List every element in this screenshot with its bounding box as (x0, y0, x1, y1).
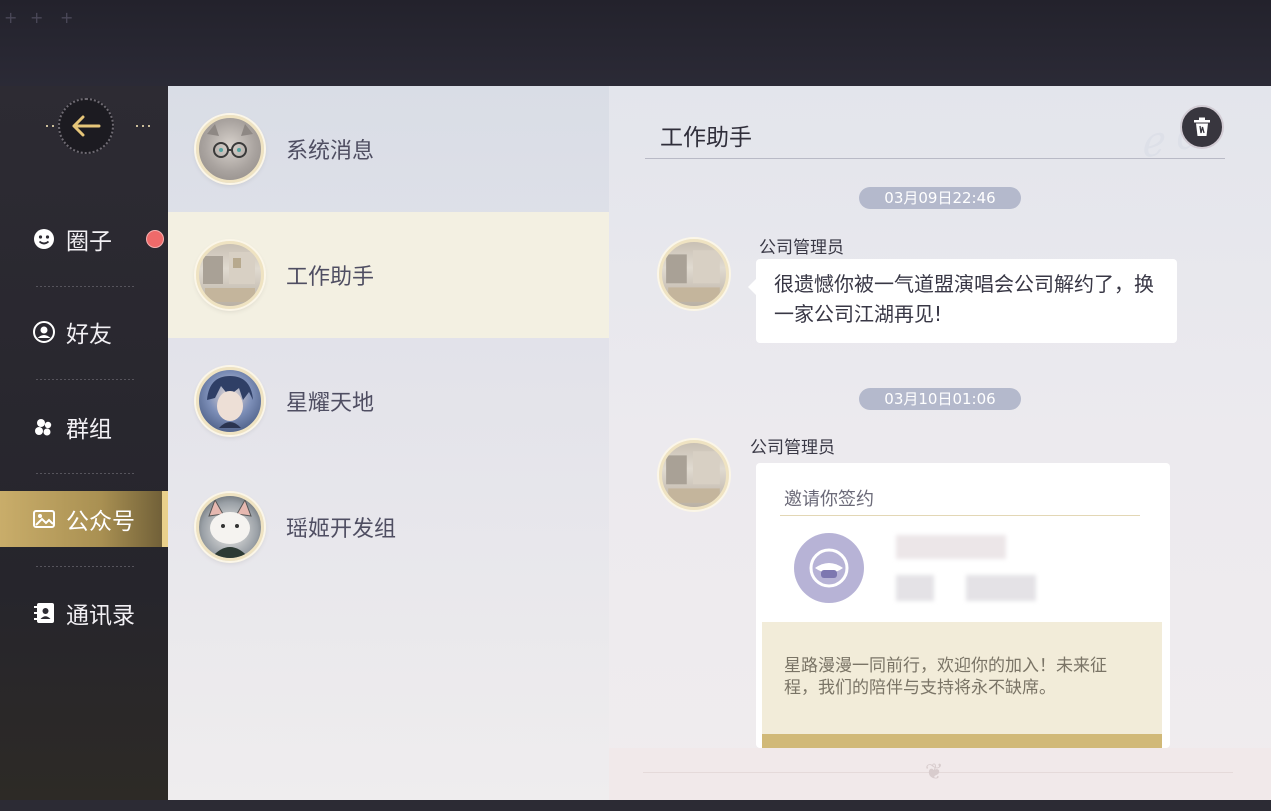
sidebar-item-label: 好友 (66, 322, 112, 348)
list-item[interactable]: 瑶姬开发组 (168, 464, 609, 590)
list-item[interactable]: 系统消息 (168, 86, 609, 212)
back-control (44, 96, 154, 156)
divider (780, 515, 1140, 516)
sidebar-item-label: 圈子 (66, 229, 112, 255)
avatar[interactable] (659, 239, 729, 309)
plus-decor-icon: + (60, 8, 74, 27)
sidebar-item-circle[interactable]: 圈子 (0, 211, 168, 267)
timestamp: 03月09日22:46 (859, 187, 1021, 209)
invite-card[interactable]: 邀请你签约 星路漫漫一同前行，欢迎你的加入！未来征程，我们的陪伴与支持将永不缺席… (756, 463, 1170, 748)
chat-panel: ℯ a 工作助手 03月09日22:46 公司管理员 很遗憾你被一气道盟演唱会公… (609, 86, 1271, 800)
sidebar-item-label: 群组 (66, 417, 112, 443)
sidebar-item-groups[interactable]: 群组 (0, 399, 168, 455)
delete-button[interactable] (1180, 105, 1224, 149)
avatar (196, 493, 264, 561)
contact-name: 瑶姬开发组 (286, 517, 397, 542)
contact-name: 工作助手 (286, 265, 375, 290)
conversation-list: 系统消息 工作助手 星耀天地 瑶姬开发组 (168, 86, 609, 800)
card-title: 邀请你签约 (784, 489, 874, 510)
avatar (196, 115, 264, 183)
sidebar-item-label: 通讯录 (66, 603, 135, 629)
avatar[interactable] (659, 440, 729, 510)
sidebar-item-friends[interactable]: 好友 (0, 304, 168, 360)
notification-badge (146, 230, 164, 248)
timestamp: 03月10日01:06 (859, 388, 1021, 410)
card-action-button[interactable] (762, 734, 1162, 748)
sidebar-item-official-accounts[interactable]: 公众号 (0, 491, 168, 547)
trash-icon (1194, 117, 1210, 136)
list-item[interactable]: 星耀天地 (168, 338, 609, 464)
sidebar-item-label: 公众号 (66, 509, 135, 535)
back-button[interactable] (58, 98, 114, 154)
plus-decor-icon: + (4, 8, 18, 27)
arrow-left-icon (72, 115, 101, 137)
contacts-icon (32, 601, 56, 625)
contact-name: 系统消息 (286, 139, 375, 164)
person-circle-icon (32, 320, 56, 344)
sender-name: 公司管理员 (750, 438, 835, 458)
sender-name: 公司管理员 (759, 238, 844, 258)
input-bar: ❦ (609, 748, 1271, 800)
top-bar: + + + (0, 0, 1271, 86)
chat-title: 工作助手 (660, 125, 752, 151)
smiley-icon (32, 227, 56, 251)
divider (645, 158, 1225, 159)
card-note: 星路漫漫一同前行，欢迎你的加入！未来征程，我们的陪伴与支持将永不缺席。 (762, 622, 1162, 734)
list-item[interactable]: 工作助手 (168, 212, 609, 338)
sidebar-item-contacts[interactable]: 通讯录 (0, 585, 168, 641)
image-icon (32, 507, 56, 531)
avatar (196, 241, 264, 309)
avatar (196, 367, 264, 435)
contact-name: 星耀天地 (286, 391, 375, 416)
plus-decor-icon: + (30, 8, 44, 27)
butterfly-icon: ❦ (925, 760, 944, 785)
group-icon (32, 415, 56, 439)
message-bubble: 很遗憾你被一气道盟演唱会公司解约了，换一家公司江湖再见! (748, 259, 1177, 343)
company-logo-icon (794, 533, 864, 603)
sidebar: 圈子 好友 群组 公众号 通讯录 (0, 86, 168, 800)
